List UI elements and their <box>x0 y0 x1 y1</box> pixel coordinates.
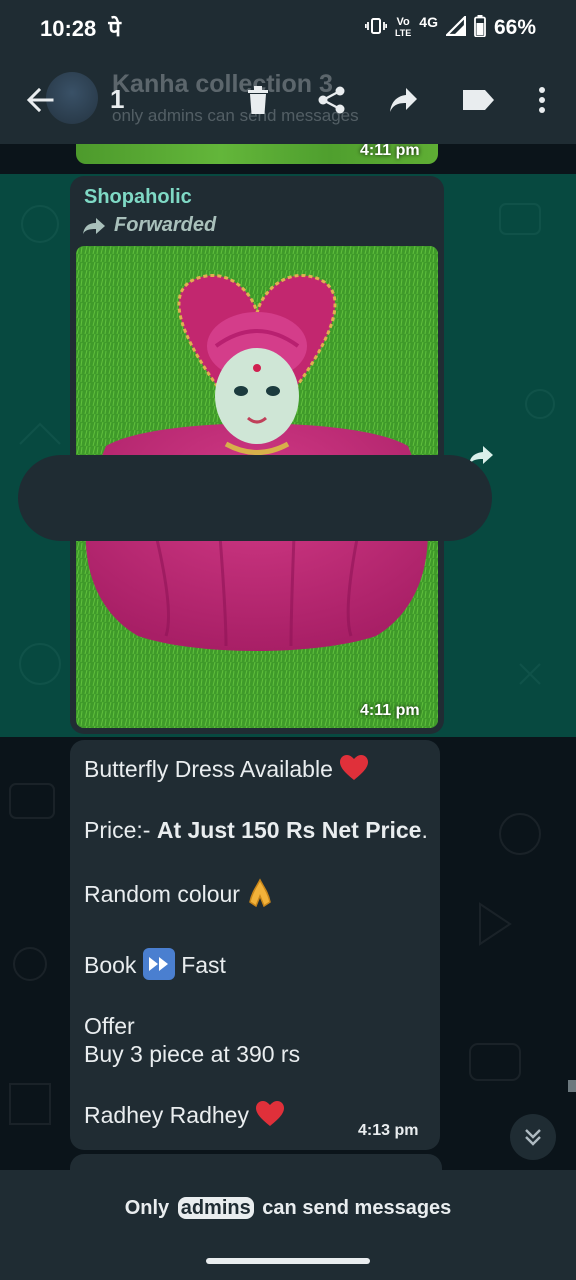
system-navigation-bar <box>0 1246 576 1280</box>
status-time: 10:28 पे <box>40 13 121 43</box>
message-line-6: Buy 3 piece at 390 rs <box>84 1041 301 1067</box>
more-vert-icon[interactable] <box>524 82 560 118</box>
network-type: 4G <box>419 13 438 30</box>
sender-name[interactable]: Shopaholic <box>84 186 192 209</box>
scroll-down-button[interactable] <box>510 1114 556 1160</box>
message-line-1: Butterfly Dress Available <box>84 754 369 788</box>
label-icon[interactable] <box>460 82 496 118</box>
battery-percent: 66% <box>493 16 536 39</box>
status-clock: 10:28 <box>40 16 97 41</box>
text-message-time: 4:13 pm <box>358 1122 419 1139</box>
volte-top: Vo <box>396 16 410 28</box>
vibrate-icon <box>364 16 388 41</box>
message-line-3: Random colour <box>84 878 274 914</box>
scroll-down-icon <box>525 1129 541 1146</box>
selection-app-bar: Kanha collection 3 only admins can send … <box>0 56 576 144</box>
back-arrow-icon[interactable] <box>22 82 58 118</box>
footer-text-before: Only <box>124 1196 170 1219</box>
status-indicators: Vo LTE 4G 66% <box>364 13 536 42</box>
home-gesture-pill[interactable] <box>206 1258 370 1264</box>
forwarded-indicator: Forwarded <box>82 214 216 237</box>
price-bold: At Just 150 Rs Net Price <box>156 817 422 843</box>
message-price-line: Price:- At Just 150 Rs Net Price. <box>84 816 428 844</box>
chat-area[interactable]: 4:11 pm Shopaholic Forwarded 4:11 pm But… <box>0 144 576 1170</box>
message-line-7-text: Radhey Radhey <box>84 1102 249 1129</box>
image-message-time: 4:11 pm <box>360 702 420 719</box>
redacted-overlay <box>18 455 492 541</box>
forwarded-label: Forwarded <box>114 214 217 236</box>
message-line-3-text: Random colour <box>84 881 240 908</box>
scrollbar-thumb[interactable] <box>568 1080 576 1092</box>
footer-notice: Only admins can send messages <box>124 1196 452 1220</box>
volte-indicator: Vo LTE <box>395 17 411 39</box>
forward-icon[interactable] <box>386 82 422 118</box>
group-name: Kanha collection 3 <box>112 70 333 98</box>
price-suffix: . <box>421 817 428 843</box>
message-line-4: Book Fast <box>84 948 226 986</box>
message-line-7: Radhey Radhey <box>84 1100 285 1134</box>
previous-message-time: 4:11 pm <box>360 144 420 159</box>
footer-text-after: can send messages <box>262 1196 452 1219</box>
admins-only-footer: Only admins can send messages <box>0 1170 576 1246</box>
status-bar: 10:28 पे Vo LTE 4G 66% <box>0 0 576 56</box>
share-icon[interactable] <box>314 82 350 118</box>
next-message-bubble[interactable] <box>70 1154 442 1170</box>
status-clock-suffix: पे <box>108 16 121 41</box>
signal-icon <box>444 13 467 41</box>
message-line-4-before: Book <box>84 952 137 979</box>
price-prefix: Price:- <box>84 817 151 843</box>
trash-icon[interactable] <box>240 82 276 118</box>
fast-forward-emoji <box>142 948 175 986</box>
volte-bottom: LTE <box>394 28 412 38</box>
text-message-bubble[interactable]: Butterfly Dress Available Price:- At Jus… <box>70 740 440 1150</box>
message-line-1-text: Butterfly Dress Available <box>84 756 333 783</box>
message-line-5: Offer <box>84 1013 135 1039</box>
battery-icon <box>474 14 486 42</box>
selected-count: 1 <box>110 84 125 114</box>
heart-emoji <box>339 754 369 788</box>
message-line-4-after: Fast <box>181 952 226 979</box>
admins-link[interactable]: admins <box>177 1196 254 1219</box>
heart-emoji <box>255 1100 285 1134</box>
folded-hands-emoji <box>246 878 274 914</box>
forwarded-arrow-icon <box>83 217 105 234</box>
